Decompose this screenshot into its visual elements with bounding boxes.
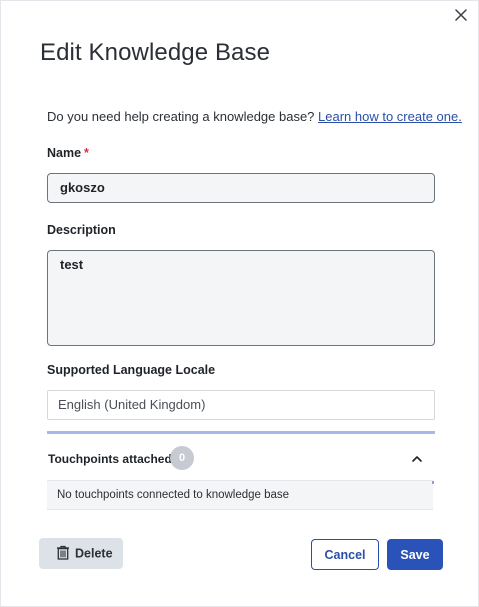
help-text-prefix: Do you need help creating a knowledge ba…	[47, 109, 319, 124]
touchpoints-empty-message: No touchpoints connected to knowledge ba…	[47, 480, 433, 510]
scrollbar-indicator	[432, 481, 434, 484]
description-textarea[interactable]: test	[47, 250, 435, 346]
touchpoints-accordion-header[interactable]: Touchpoints attached 0	[47, 441, 435, 477]
learn-how-link[interactable]: Learn how to create one.	[318, 109, 462, 124]
name-label: Name *	[47, 146, 89, 160]
required-marker: *	[84, 146, 89, 160]
name-input[interactable]: gkoszo	[47, 173, 435, 203]
trash-icon	[57, 545, 69, 560]
dialog-title: Edit Knowledge Base	[40, 39, 271, 66]
locale-label: Supported Language Locale	[47, 363, 216, 377]
help-text: Do you need help creating a knowledge ba…	[47, 109, 462, 124]
locale-field[interactable]: English (United Kingdom)	[47, 390, 435, 420]
delete-button[interactable]: Delete	[39, 538, 123, 569]
close-icon	[455, 9, 467, 21]
touchpoints-title: Touchpoints attached	[48, 452, 172, 466]
description-label: Description	[47, 223, 116, 237]
delete-label: Delete	[75, 546, 113, 561]
chevron-up-icon[interactable]	[411, 453, 423, 465]
accordion-divider	[47, 431, 435, 434]
close-button[interactable]	[451, 5, 471, 25]
save-button[interactable]: Save	[387, 539, 443, 570]
name-label-text: Name	[47, 146, 82, 160]
touchpoints-count-badge: 0	[170, 446, 194, 470]
cancel-button[interactable]: Cancel	[311, 539, 379, 570]
edit-knowledge-base-dialog: Edit Knowledge Base Do you need help cre…	[0, 0, 479, 607]
